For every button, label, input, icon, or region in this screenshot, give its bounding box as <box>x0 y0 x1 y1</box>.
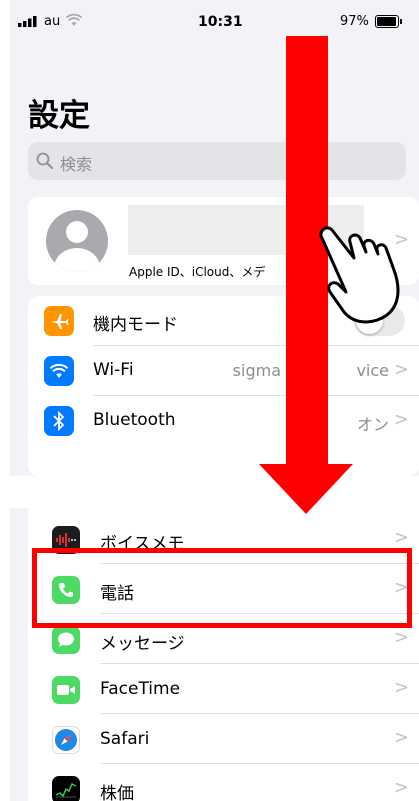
facetime-label: FaceTime <box>100 679 181 699</box>
facetime-row[interactable]: FaceTime > <box>28 664 419 714</box>
stocks-label: 株価 <box>100 784 134 801</box>
bluetooth-status: オン <box>356 415 389 434</box>
wifi-label: Wi-Fi <box>93 360 134 380</box>
chevron-right-icon: > <box>393 677 409 698</box>
bluetooth-label: Bluetooth <box>93 410 176 430</box>
chevron-right-icon: > <box>393 409 409 430</box>
search-icon <box>36 152 53 169</box>
tap-hand-icon <box>319 226 400 324</box>
airplane-mode-label: 機内モード <box>93 315 178 335</box>
chevron-right-icon: > <box>393 359 409 380</box>
wifi-status-icon <box>66 13 82 26</box>
battery-icon <box>375 15 402 28</box>
stocks-row[interactable]: 株価 > <box>28 764 419 801</box>
search-placeholder: 検索 <box>60 155 93 174</box>
chevron-right-icon: > <box>393 527 409 548</box>
safari-label: Safari <box>100 729 150 749</box>
airplane-icon <box>44 306 74 336</box>
chevron-right-icon: > <box>393 777 409 798</box>
battery-percentage: 97% <box>340 14 369 29</box>
wifi-icon <box>44 356 74 386</box>
bluetooth-row[interactable]: Bluetooth オン > <box>28 396 419 446</box>
messages-icon <box>52 626 80 654</box>
bluetooth-icon <box>44 406 74 436</box>
chevron-right-icon: > <box>393 627 409 648</box>
safari-icon <box>52 726 80 754</box>
status-bar: au 10:31 97% <box>10 0 419 44</box>
stocks-icon <box>52 776 80 801</box>
signal-icon <box>18 16 37 27</box>
carrier-label: au <box>44 14 61 29</box>
page-title: 設定 <box>28 98 90 134</box>
chevron-right-icon: > <box>393 727 409 748</box>
facetime-icon <box>52 676 80 704</box>
messages-label: メッセージ <box>100 634 185 654</box>
status-time: 10:31 <box>198 14 243 30</box>
wifi-network-name-tail: vice <box>356 361 389 380</box>
safari-row[interactable]: Safari > <box>28 714 419 764</box>
wifi-row[interactable]: Wi-Fi sigma vice > <box>28 346 419 396</box>
phone-row-highlight <box>32 548 412 628</box>
